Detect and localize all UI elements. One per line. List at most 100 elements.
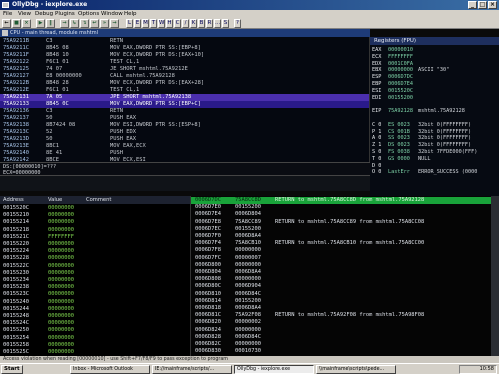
disasm-row[interactable]: 75A9211F 8B48 10 MOV ECX,DWORD PTR DS:[EAX… xyxy=(0,52,369,59)
disasm-row[interactable]: 75A9211C 8B45 08 MOV EAX,DWORD PTR SS:[EBP… xyxy=(0,45,369,52)
cpu-window-button[interactable]: C xyxy=(174,19,181,28)
stack-row[interactable]: 0006D7F8 00000000 xyxy=(191,247,499,254)
handles-window-button[interactable]: H xyxy=(166,19,173,28)
dump-row[interactable]: 00155248 00000000 xyxy=(0,313,190,320)
taskbar-item-outlook[interactable]: Inbox - Microsoft Outlook xyxy=(70,365,150,374)
stack-row[interactable]: 0006D81C 75A92F08 RETURN to mshtml.75A92F0… xyxy=(191,312,499,319)
stack-row[interactable]: 0006D7F0 0006D8A4 xyxy=(191,233,499,240)
disasm-row[interactable]: 75A92133 8B45 0C MOV EAX,DWORD PTR SS:[EBP… xyxy=(0,101,369,108)
register-row[interactable]: ECX FFFFFFFF xyxy=(372,54,418,60)
cpu-window-title[interactable]: CPU - main thread, module mshtml xyxy=(0,29,370,37)
menu-plugins[interactable]: Plugins xyxy=(55,10,75,18)
disasm-row[interactable]: 75A9213E 8BC1 MOV EAX,ECX xyxy=(0,143,369,150)
log-window-button[interactable]: L xyxy=(126,19,133,28)
stack-row[interactable]: 0006D818 0006D8A4 xyxy=(191,305,499,312)
stack-row[interactable]: 0006D82C 00000000 xyxy=(191,341,499,348)
register-row[interactable]: EDX 0001C0FA xyxy=(372,61,418,67)
disassembly-pane[interactable]: 75A9211B C3 RETN 75A9211C 8B45 08 MOV EAX,DWO… xyxy=(0,37,370,162)
menu-debug[interactable]: Debug xyxy=(35,10,53,18)
stack-row[interactable]: 0006D7E0 00155200 xyxy=(191,204,499,211)
stack-row[interactable]: 0006D7FC 00000007 xyxy=(191,255,499,262)
dump-row[interactable]: 00155250 00000000 xyxy=(0,327,190,334)
registers-pane[interactable]: EAX 00000010 ECX FFFFFFFF EDX 0001C0FA EBX 0000… xyxy=(370,45,499,196)
disasm-row[interactable]: 75A92140 8E 41 PUSH xyxy=(0,150,369,157)
breakpoints-button[interactable]: B xyxy=(198,19,205,28)
dump-row[interactable]: 00155218 00000000 xyxy=(0,227,190,234)
trace-into-icon[interactable]: ↴ xyxy=(80,19,89,28)
disasm-row[interactable]: 75A9211B C3 RETN xyxy=(0,38,369,45)
register-row[interactable]: T 0 GS 0000 NULL xyxy=(372,156,431,162)
stack-row[interactable]: 0006D80C 0006D904 xyxy=(191,283,499,290)
menu-window[interactable]: Window xyxy=(101,10,123,18)
disasm-row[interactable]: 75A92125 74 07 JE SHORT mshtml.75A9212E xyxy=(0,66,369,73)
disasm-row[interactable]: 75A92138 8B7424 08 MOV ESI,DWORD PTR SS:[E… xyxy=(0,122,369,129)
references-button[interactable]: R xyxy=(206,19,213,28)
close-button[interactable]: × xyxy=(488,1,497,9)
dump-header-address[interactable]: Address xyxy=(3,196,24,204)
menu-file[interactable]: File xyxy=(3,10,12,18)
register-row[interactable]: S 0 FS 0038 32bit 7FFDE000(FFF) xyxy=(372,149,477,155)
register-row[interactable]: EDI 00155200 xyxy=(372,95,418,101)
threads-window-button[interactable]: T xyxy=(150,19,157,28)
stack-row[interactable]: 0006D808 00000000 xyxy=(191,276,499,283)
register-row[interactable]: ESP 0006D7DC xyxy=(372,74,418,80)
menu-options[interactable]: Options xyxy=(78,10,99,18)
stack-row[interactable]: 0006D7E4 0006D804 xyxy=(191,211,499,218)
step-into-icon[interactable]: → xyxy=(60,19,69,28)
execute-till-return-icon[interactable]: » xyxy=(100,19,109,28)
dump-header-value[interactable]: Value xyxy=(48,196,62,204)
dump-row[interactable]: 0015525C 00000000 xyxy=(0,349,190,356)
registers-title[interactable]: Registers (FPU) xyxy=(370,37,499,45)
run-icon[interactable]: ▶ xyxy=(36,19,45,28)
open-icon[interactable]: ← xyxy=(2,19,11,28)
dump-row[interactable]: 00155224 00000000 xyxy=(0,248,190,255)
disasm-row[interactable]: 75A9213D 50 PUSH EAX xyxy=(0,136,369,143)
menu-view[interactable]: View xyxy=(18,10,31,18)
help-button[interactable]: ? xyxy=(234,19,241,28)
disasm-row[interactable]: 75A92127 E8 00000000 CALL mshtml.75A92128 xyxy=(0,73,369,80)
menu-help[interactable]: Help xyxy=(124,10,137,18)
dump-pane[interactable]: 0015520C 00000000 00155210 00000000 00155214… xyxy=(0,204,190,356)
register-row[interactable]: D 0 xyxy=(372,163,418,169)
register-row[interactable]: C 0 ES 0023 32bit 0(FFFFFFFF) xyxy=(372,122,471,128)
system-tray-clock[interactable]: 10:58 xyxy=(459,365,497,374)
register-row[interactable] xyxy=(372,115,418,121)
start-button[interactable]: Start xyxy=(1,365,23,374)
register-row[interactable]: Z 1 DS 0023 32bit 0(FFFFFFFF) xyxy=(372,142,471,148)
stack-pane[interactable]: 0006D7DC 75A8CC8D RETURN to mshtml.75A8CC8… xyxy=(190,196,499,356)
stack-row[interactable]: 0006D824 00000000 xyxy=(191,327,499,334)
dump-row[interactable]: 00155230 00000000 xyxy=(0,270,190,277)
modules-window-button[interactable]: E xyxy=(134,19,141,28)
stack-row[interactable]: 0006D800 00000000 xyxy=(191,262,499,269)
restart-icon[interactable]: ■ xyxy=(12,19,21,28)
dump-row[interactable]: 0015523C 00000000 xyxy=(0,291,190,298)
dump-row[interactable]: 00155254 00000000 xyxy=(0,335,190,342)
stack-row[interactable]: 0006D804 0006D8A4 xyxy=(191,269,499,276)
dump-row[interactable]: 0015521C FFFFFFFF xyxy=(0,234,190,241)
pause-icon[interactable]: ‖ xyxy=(46,19,55,28)
dump-row[interactable]: 00155220 00000000 xyxy=(0,241,190,248)
register-row[interactable]: ESI 0015520C xyxy=(372,88,418,94)
patches-window-button[interactable]: / xyxy=(182,19,189,28)
stack-row[interactable]: 0006D814 00155200 xyxy=(191,298,499,305)
dump-row[interactable]: 0015522C 00000000 xyxy=(0,263,190,270)
stack-row[interactable]: 0006D810 0006D84C xyxy=(191,291,499,298)
stack-row[interactable]: 0006D7E8 75A8CC89 RETURN to mshtml.75A8CC8… xyxy=(191,219,499,226)
run-trace-button[interactable]: ... xyxy=(214,19,221,28)
taskbar-item-ie[interactable]: IE://mainframe/scripts/... xyxy=(152,365,232,374)
trace-over-icon[interactable]: ↩ xyxy=(90,19,99,28)
dump-row[interactable]: 0015520C 00000000 xyxy=(0,205,190,212)
dump-row[interactable]: 00155244 00000000 xyxy=(0,306,190,313)
call-stack-button[interactable]: K xyxy=(190,19,197,28)
dump-header-comment[interactable]: Comment xyxy=(86,196,111,204)
taskbar-item-ollydbg[interactable]: OllyDbg - iexplore.exe xyxy=(234,365,314,374)
disasm-row[interactable]: 75A92131 7A 05 JPE SHORT mshtml.75A92138 xyxy=(0,94,369,101)
register-row[interactable]: EBP 0006D7E4 xyxy=(372,81,418,87)
dump-row[interactable]: 00155234 00000000 xyxy=(0,277,190,284)
disasm-row[interactable]: 75A9212E F6C1 01 TEST CL,1 xyxy=(0,87,369,94)
register-row[interactable]: O 0 LastErr ERROR_SUCCESS (0000 xyxy=(372,169,477,175)
dump-row[interactable]: 00155240 00000000 xyxy=(0,299,190,306)
register-row[interactable]: EBX 00000000 ASCII "30" xyxy=(372,67,449,73)
windows-window-button[interactable]: W xyxy=(158,19,165,28)
dump-row[interactable]: 0015524C 00000000 xyxy=(0,320,190,327)
